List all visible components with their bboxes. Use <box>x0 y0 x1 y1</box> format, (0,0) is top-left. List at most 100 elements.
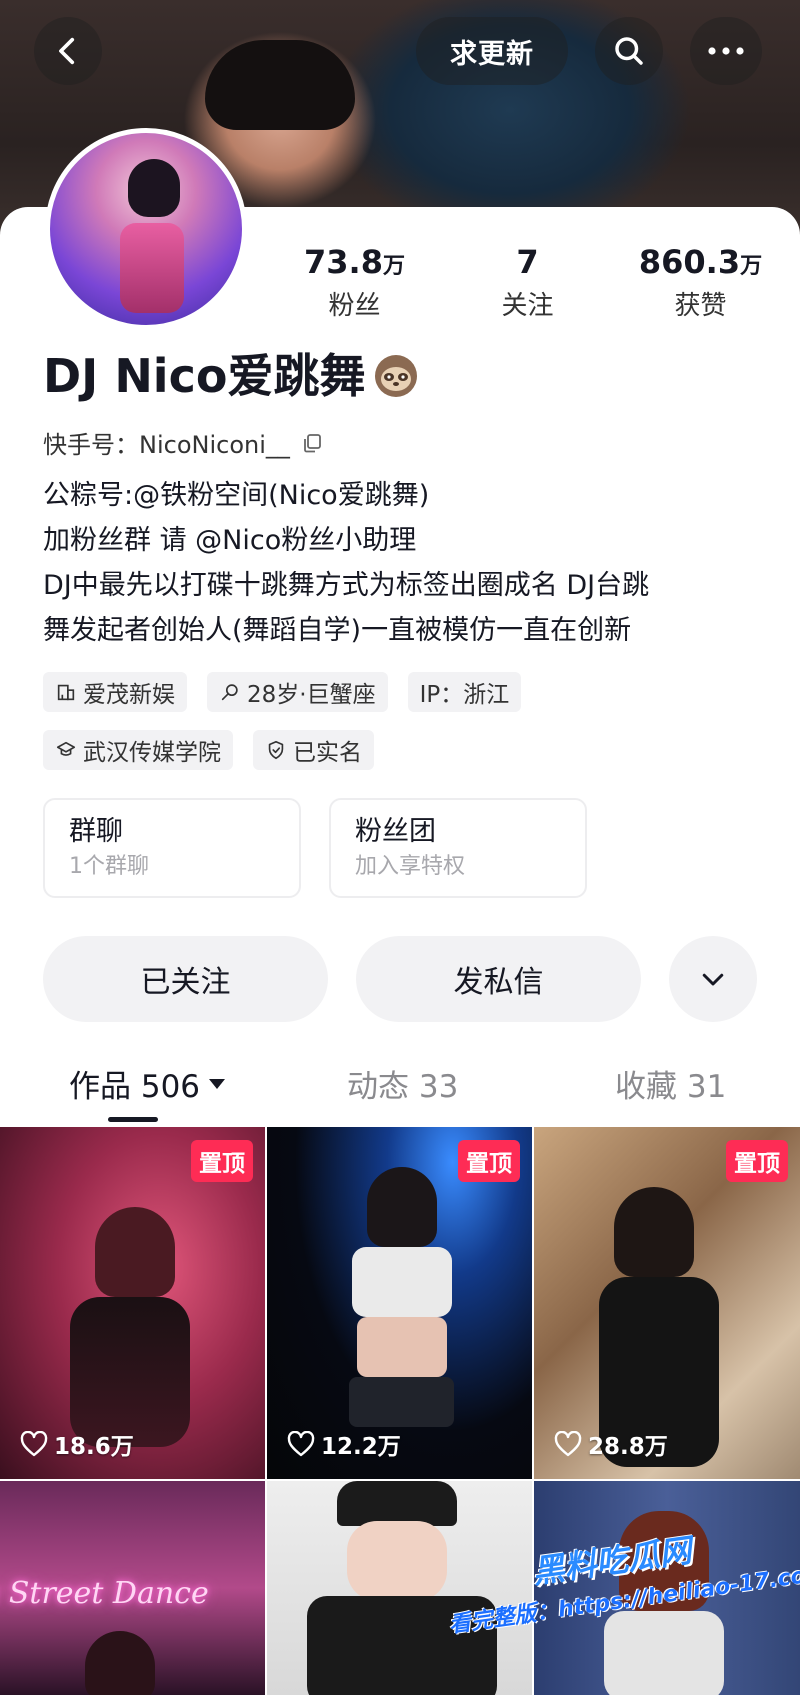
more-button[interactable] <box>690 17 762 85</box>
video-thumbnail[interactable]: 置顶 12.2万 <box>267 1127 532 1479</box>
more-dots-icon <box>708 47 744 55</box>
profile-page: 求更新 73.8万 粉丝 7 关注 860.3万 获赞 DJ Nico爱跳舞 快… <box>0 0 800 1695</box>
tab-active-indicator <box>108 1117 158 1122</box>
like-count-value: 18.6万 <box>54 1434 134 1460</box>
tag-school[interactable]: 武汉传媒学院 <box>43 730 233 770</box>
avatar[interactable] <box>45 128 247 330</box>
shield-check-icon <box>268 740 284 760</box>
tag-verified-label: 已实名 <box>293 740 362 766</box>
tab-moments-label: 动态 33 <box>347 1069 459 1105</box>
caret-down-icon <box>209 1078 226 1089</box>
stat-following-number: 7 <box>516 243 539 281</box>
thumb-figure <box>85 1631 155 1695</box>
chevron-left-icon <box>59 37 75 65</box>
tab-favorites-label: 收藏 31 <box>615 1069 727 1105</box>
thumb-figure <box>357 1317 447 1377</box>
stat-followers-label: 粉丝 <box>328 291 381 321</box>
stat-likes-value: 860.3万 <box>614 243 787 286</box>
video-thumbnail[interactable]: n Street Dance <box>0 1481 265 1695</box>
fan-club-card[interactable]: 粉丝团 加入享特权 <box>329 798 587 898</box>
copy-icon[interactable] <box>300 431 324 455</box>
fan-club-subtitle: 加入享特权 <box>355 854 466 879</box>
tab-works[interactable]: 作品 506 <box>69 1061 226 1106</box>
back-button[interactable] <box>34 17 102 85</box>
stat-likes-number: 860.3 <box>638 243 741 281</box>
request-update-button[interactable]: 求更新 <box>416 17 568 85</box>
pinned-badge: 置顶 <box>726 1140 788 1182</box>
profile-name: DJ Nico爱跳舞 <box>43 349 366 403</box>
stat-following-label: 关注 <box>501 291 554 321</box>
bio-line: DJ中最先以打碟十跳舞方式为标签出圈成名 DJ台跳 <box>43 570 650 601</box>
building-icon <box>57 684 75 701</box>
like-count: 12.2万 <box>287 1427 401 1461</box>
tag-verified: 已实名 <box>253 730 374 770</box>
profile-id: 快手号：NicoNiconi__ <box>43 431 290 459</box>
tag-age-label: 28岁·巨蟹座 <box>247 682 376 708</box>
stat-following-value: 7 <box>441 243 614 286</box>
thumb-figure <box>367 1167 437 1247</box>
pinned-badge: 置顶 <box>458 1140 520 1182</box>
profile-name-row: DJ Nico爱跳舞 <box>43 346 421 406</box>
thumb-figure <box>70 1297 190 1447</box>
search-button[interactable] <box>595 17 663 85</box>
thumb-figure <box>95 1207 175 1297</box>
heart-icon <box>287 1431 315 1457</box>
heart-icon <box>554 1431 582 1457</box>
tag-row: 爱茂新娱 28岁·巨蟹座 IP：浙江 <box>43 672 763 712</box>
avatar-figure-head <box>128 159 180 217</box>
tab-moments[interactable]: 动态 33 <box>347 1061 458 1106</box>
like-count-value: 28.8万 <box>588 1434 668 1460</box>
pinned-badge: 置顶 <box>191 1140 253 1182</box>
content-tabs: 作品 506 动态 33 收藏 31 <box>0 1055 800 1125</box>
group-chat-title: 群聊 <box>69 816 123 847</box>
tag-ip-location: IP：浙江 <box>407 672 522 712</box>
profile-bio: 公粽号:@铁粉空间(Nico爱跳舞) 加粉丝群 请 @Nico粉丝小助理 DJ中… <box>43 473 763 653</box>
avatar-figure-body <box>120 223 184 313</box>
chevron-down-icon <box>702 973 724 986</box>
tag-agency[interactable]: 爱茂新娱 <box>43 672 187 712</box>
stat-followers-unit: 万 <box>382 254 405 279</box>
bio-line[interactable]: 加粉丝群 请 @Nico粉丝小助理 <box>43 518 763 563</box>
thumb-figure <box>349 1377 454 1427</box>
neon-sign-text: n Street Dance <box>0 1576 209 1611</box>
stat-likes-unit: 万 <box>740 254 763 279</box>
tag-school-label: 武汉传媒学院 <box>83 740 221 766</box>
profile-id-row: 快手号：NicoNiconi__ <box>43 425 324 460</box>
tag-age-zodiac[interactable]: 28岁·巨蟹座 <box>207 672 388 712</box>
tag-row: 武汉传媒学院 已实名 <box>43 730 763 770</box>
stat-likes-label: 获赞 <box>674 291 727 321</box>
thumb-figure <box>337 1481 457 1526</box>
tag-agency-label: 爱茂新娱 <box>83 682 175 708</box>
stat-followers-number: 73.8 <box>304 243 383 281</box>
group-chat-subtitle: 1个群聊 <box>69 854 149 879</box>
zodiac-icon <box>221 684 238 701</box>
video-thumbnail[interactable]: 置顶 28.8万 <box>534 1127 800 1479</box>
sloth-icon <box>375 355 418 397</box>
cover-figure <box>205 40 355 130</box>
thumb-figure <box>614 1187 694 1277</box>
stat-likes[interactable]: 860.3万 获赞 <box>614 243 787 324</box>
bio-line[interactable]: 公粽号:@铁粉空间(Nico爱跳舞) <box>43 473 763 518</box>
profile-tags: 爱茂新娱 28岁·巨蟹座 IP：浙江 武汉传媒学院 已实名 <box>43 672 763 788</box>
send-message-button[interactable]: 发私信 <box>356 936 641 1022</box>
like-count-value: 12.2万 <box>321 1434 401 1460</box>
tab-favorites[interactable]: 收藏 31 <box>615 1061 726 1106</box>
like-count: 28.8万 <box>554 1427 668 1461</box>
stat-following[interactable]: 7 关注 <box>441 243 614 324</box>
stat-followers[interactable]: 73.8万 粉丝 <box>268 243 441 324</box>
like-count: 18.6万 <box>20 1427 134 1461</box>
community-cards: 群聊 1个群聊 粉丝团 加入享特权 <box>43 798 615 898</box>
followed-button[interactable]: 已关注 <box>43 936 328 1022</box>
fan-club-title: 粉丝团 <box>355 816 436 847</box>
heart-icon <box>20 1431 48 1457</box>
search-icon <box>615 37 643 65</box>
tab-works-label: 作品 506 <box>69 1069 201 1105</box>
video-thumbnail[interactable]: 置顶 18.6万 <box>0 1127 265 1479</box>
bio-line: 舞发起者创始人(舞蹈自学)一直被模仿一直在创新 <box>43 615 632 646</box>
profile-stats: 73.8万 粉丝 7 关注 860.3万 获赞 <box>268 243 788 324</box>
group-chat-card[interactable]: 群聊 1个群聊 <box>43 798 301 898</box>
action-row: 已关注 发私信 <box>43 936 757 1022</box>
thumb-figure <box>352 1247 452 1317</box>
expand-button[interactable] <box>669 936 757 1022</box>
stat-followers-value: 73.8万 <box>268 243 441 286</box>
